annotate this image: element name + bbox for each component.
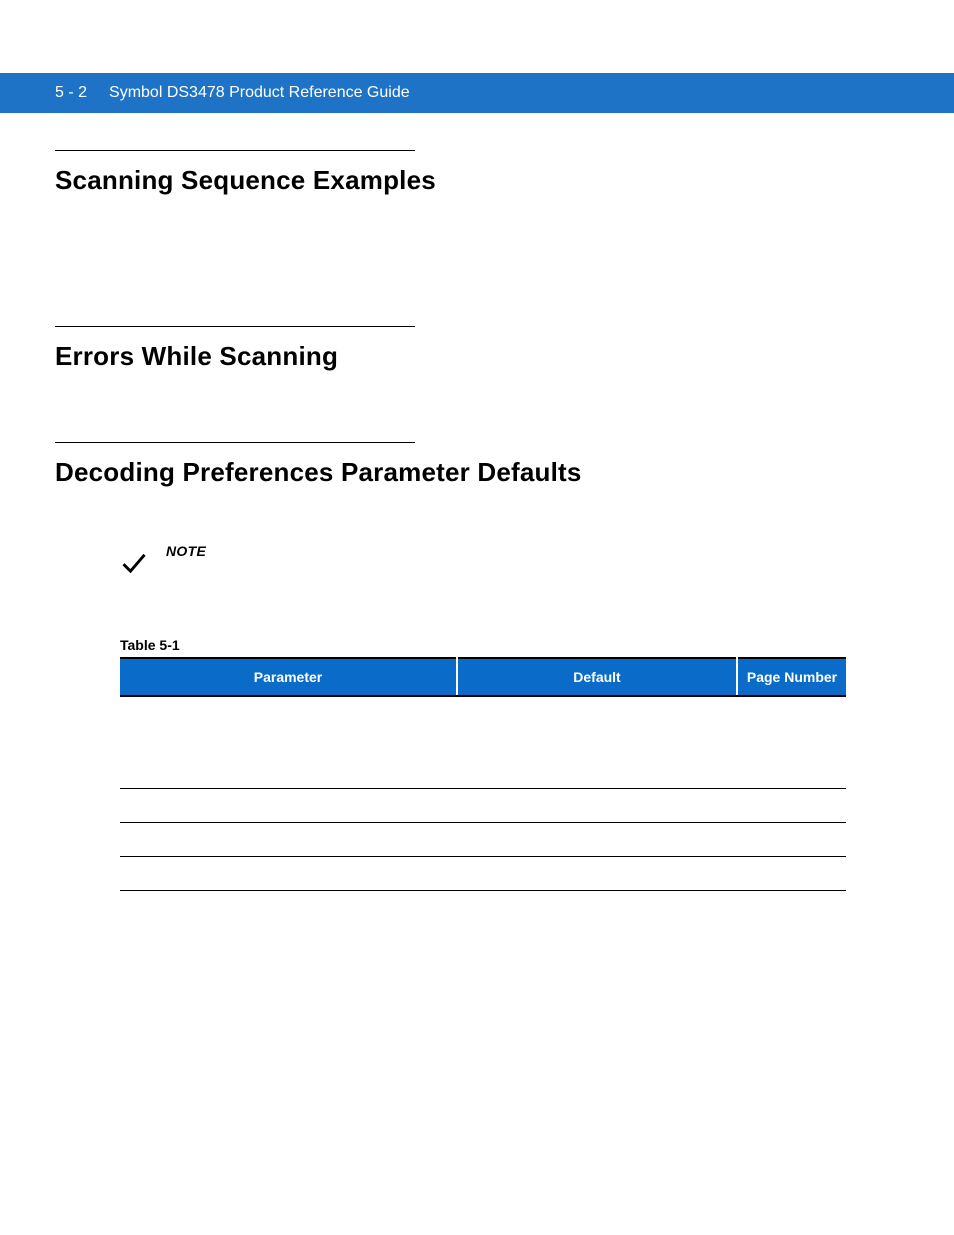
table-header-row: Parameter Default Page Number [120,658,846,696]
cell-parameter [120,856,457,890]
table-row [120,696,846,718]
col-header-default: Default [457,658,737,696]
note-label: NOTE [166,543,206,559]
checkmark-icon [120,549,148,577]
defaults-table: Parameter Default Page Number [120,657,846,891]
section-heading-defaults: Decoding Preferences Parameter Defaults [55,457,895,488]
table-row [120,856,846,890]
cell-page-number [737,822,846,856]
col-header-parameter: Parameter [120,658,457,696]
cell-page-number [737,718,846,788]
cell-page-number [737,856,846,890]
table-row [120,718,846,788]
cell-parameter [120,822,457,856]
cell-parameter [120,718,457,788]
table-row [120,788,846,822]
section-heading-errors: Errors While Scanning [55,341,895,372]
page-header: 5 - 2 Symbol DS3478 Product Reference Gu… [0,73,954,113]
table-caption: Table 5-1 [120,637,846,653]
cell-page-number [737,788,846,822]
page-number: 5 - 2 [55,84,87,102]
doc-title: Symbol DS3478 Product Reference Guide [109,84,410,102]
section-divider [55,150,415,151]
cell-default [457,856,737,890]
section-divider [55,442,415,443]
table-row [120,822,846,856]
section-divider [55,326,415,327]
col-header-page-number: Page Number [737,658,846,696]
cell-default [457,718,737,788]
cell-default [457,788,737,822]
cell-default [457,822,737,856]
note-block: NOTE [120,543,895,577]
section-heading-scanning-examples: Scanning Sequence Examples [55,165,895,196]
cell-parameter [120,788,457,822]
